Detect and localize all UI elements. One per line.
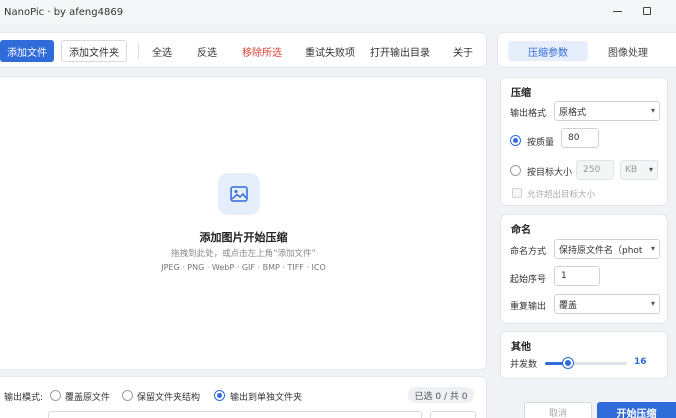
drop-zone[interactable]: 添加图片开始压缩 拖拽到此处，或点击左上角“添加文件” JPEG · PNG ·…: [0, 76, 487, 370]
retry-failed-button[interactable]: 重试失败项: [305, 44, 355, 59]
by-target-size-label[interactable]: 按目标大小: [527, 165, 572, 178]
concurrency-value: 16: [634, 357, 647, 367]
start-compress-button[interactable]: 开始压缩: [597, 402, 676, 418]
output-format-label: 输出格式: [510, 109, 547, 119]
duplicate-output-select[interactable]: 覆盖 ▾: [554, 294, 660, 314]
other-title: 其他: [511, 342, 531, 353]
toolbar-divider: [138, 43, 139, 59]
maximize-button[interactable]: [634, 3, 660, 19]
radio-overwrite[interactable]: [50, 390, 61, 401]
target-size-input[interactable]: 250: [576, 160, 614, 180]
target-unit-value: KB: [625, 165, 638, 175]
naming-mode-select[interactable]: 保持原文件名（phot ▾: [554, 239, 660, 259]
open-output-dir-button[interactable]: 打开输出目录: [370, 44, 430, 59]
concurrency-label: 并发数: [510, 360, 538, 370]
add-file-button[interactable]: 添加文件: [0, 40, 54, 62]
target-unit-select[interactable]: KB ▾: [620, 160, 658, 180]
output-mode-label: 输出模式:: [4, 393, 44, 403]
radio-keep-structure[interactable]: [122, 390, 133, 401]
title-bar: NanoPic · by afeng4869: [0, 0, 676, 24]
invert-selection-button[interactable]: 反选: [197, 44, 217, 59]
add-folder-button[interactable]: 添加文件夹: [61, 40, 127, 62]
minimize-button[interactable]: [604, 3, 630, 19]
compress-title: 压缩: [511, 88, 531, 99]
drop-subtitle: 拖拽到此处，或点击左上角“添加文件”: [171, 249, 316, 259]
chevron-down-icon: ▾: [650, 244, 655, 253]
output-format-value: 原格式: [559, 107, 587, 118]
start-index-label: 起始序号: [510, 275, 547, 285]
radio-overwrite-label[interactable]: 覆盖原文件: [65, 390, 110, 403]
radio-by-quality[interactable]: [510, 135, 521, 146]
toolbar: 添加文件 添加文件夹 全选 反选 移除所选 重试失败项 打开输出目录 关于: [0, 32, 487, 68]
duplicate-output-label: 重复输出: [510, 302, 547, 312]
allow-exceed-checkbox[interactable]: [512, 188, 522, 198]
settings-tabs: 压缩参数 图像处理: [497, 32, 676, 68]
tab-compress-params[interactable]: 压缩参数: [508, 41, 588, 61]
about-button[interactable]: 关于: [453, 44, 473, 59]
concurrency-slider-track[interactable]: [545, 362, 627, 365]
tab-image-processing[interactable]: 图像处理: [598, 41, 658, 61]
chevron-down-icon: ▾: [648, 165, 653, 174]
chevron-down-icon: ▾: [650, 106, 655, 115]
supported-formats: JPEG · PNG · WebP · GIF · BMP · TIFF · I…: [161, 263, 326, 272]
naming-mode-value: 保持原文件名（phot: [559, 245, 643, 256]
select-all-button[interactable]: 全选: [152, 44, 172, 59]
output-mode-bar: 输出模式: 覆盖原文件 保留文件夹结构 输出到单独文件夹 已选 0 / 共 0: [0, 376, 487, 418]
naming-mode-label: 命名方式: [510, 247, 547, 257]
output-format-select[interactable]: 原格式 ▾: [554, 101, 660, 121]
window-title: NanoPic · by afeng4869: [4, 6, 124, 18]
by-quality-label[interactable]: 按质量: [527, 135, 554, 148]
allow-exceed-label: 允许超出目标大小: [527, 190, 596, 200]
quality-input[interactable]: 80: [561, 128, 599, 148]
naming-title: 命名: [511, 225, 531, 236]
radio-separate-folder[interactable]: [214, 390, 225, 401]
drop-title: 添加图片开始压缩: [199, 231, 288, 244]
remove-selected-button[interactable]: 移除所选: [242, 44, 282, 59]
start-index-input[interactable]: 1: [554, 266, 600, 286]
other-panel: 其他: [500, 331, 668, 379]
radio-separate-folder-label[interactable]: 输出到单独文件夹: [230, 390, 302, 403]
image-icon: [218, 173, 260, 215]
concurrency-slider-handle[interactable]: [563, 358, 573, 368]
maximize-icon: [643, 7, 651, 15]
minimize-icon: [612, 10, 622, 12]
radio-by-target-size[interactable]: [510, 165, 521, 176]
duplicate-output-value: 覆盖: [559, 300, 578, 311]
selection-count-badge: 已选 0 / 共 0: [408, 387, 474, 403]
cancel-button[interactable]: 取消: [524, 402, 592, 418]
chevron-down-icon: ▾: [650, 299, 655, 308]
radio-keep-structure-label[interactable]: 保留文件夹结构: [137, 390, 200, 403]
browse-button[interactable]: [430, 411, 476, 418]
output-path-input[interactable]: [48, 411, 422, 418]
